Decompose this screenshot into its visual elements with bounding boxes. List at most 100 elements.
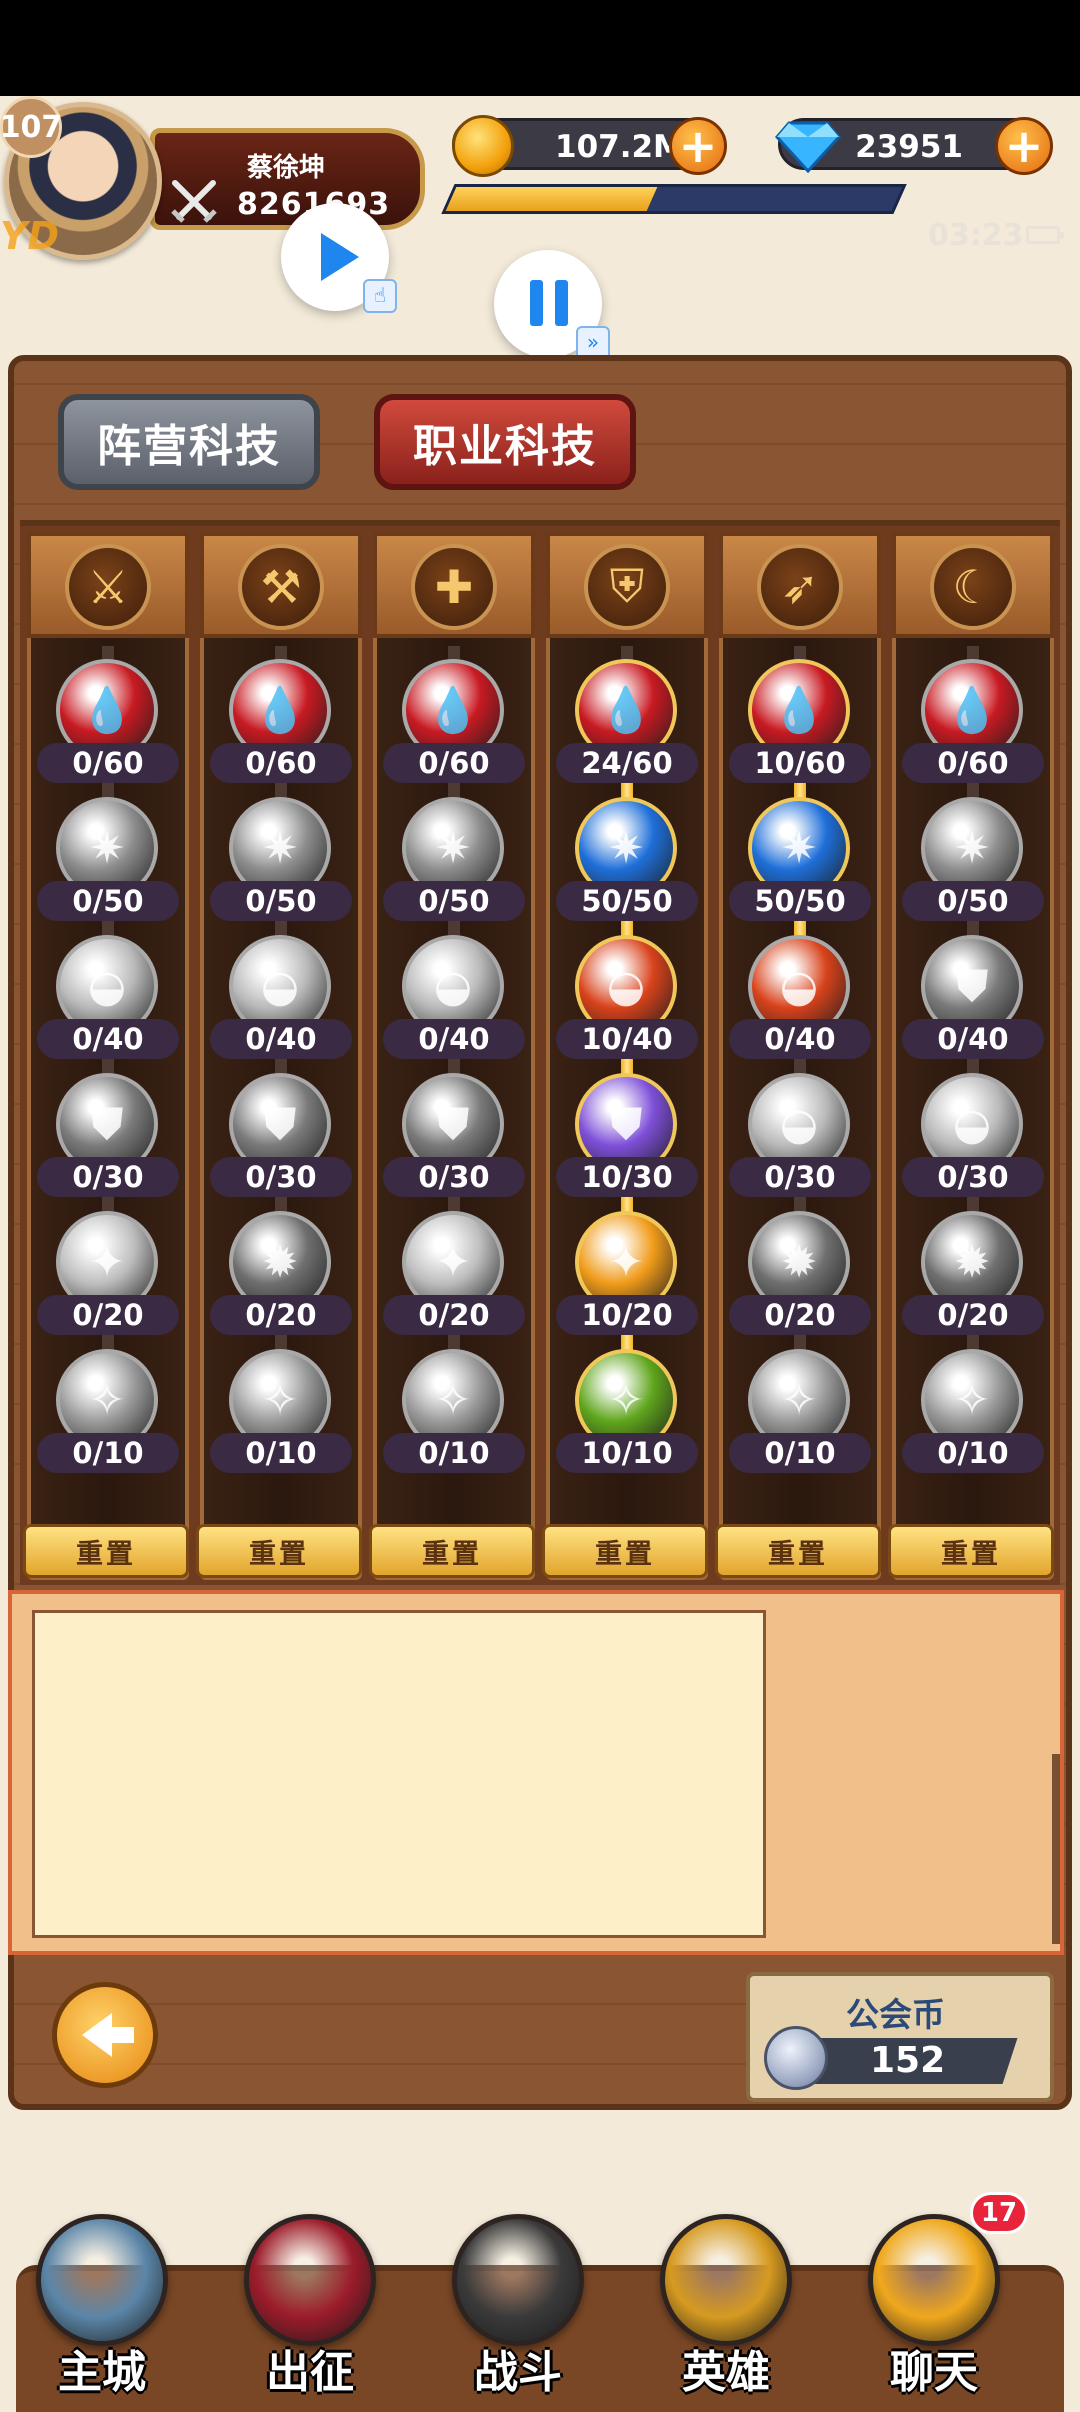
nav-item-4[interactable]: 英雄 — [646, 2186, 806, 2406]
tech-node-level: 0/50 — [383, 881, 525, 921]
tech-node-level: 0/40 — [210, 1019, 352, 1059]
tech-node-level: 0/20 — [729, 1295, 871, 1335]
diamond-icon — [775, 121, 841, 174]
tech-column-1: ⚔ 💧 0/60 ✷ 0/50 ◒ 0/40 ⛊ 0/30 ✦ 0/20 ✧ 0/10 — [27, 532, 189, 1580]
tech-node-level: 0/30 — [383, 1157, 525, 1197]
tab-faction-tech[interactable]: 阵营科技 — [58, 394, 320, 490]
tech-node-level: 0/60 — [37, 743, 179, 783]
gold-counter: 107.2M + — [452, 115, 727, 177]
experience-bar — [441, 184, 907, 214]
shield-sword-icon: ⛨ — [584, 544, 670, 630]
description-panel — [8, 1590, 1064, 1955]
tech-node-level: 0/20 — [383, 1295, 525, 1335]
tech-node-level: 10/40 — [556, 1019, 698, 1059]
experience-fill — [445, 187, 658, 211]
tech-node-level: 0/20 — [210, 1295, 352, 1335]
column-header: ⚔ — [27, 532, 189, 638]
bow-icon: ➶ — [757, 544, 843, 630]
play-button[interactable]: ☝ — [281, 203, 397, 313]
pause-button[interactable]: » — [494, 250, 610, 360]
tech-node-level: 0/40 — [902, 1019, 1044, 1059]
column-header: ⛨ — [546, 532, 708, 638]
play-icon — [321, 233, 359, 281]
tech-node-level: 50/50 — [729, 881, 871, 921]
gem-value: 23951 — [855, 129, 963, 165]
tech-node-level: 0/60 — [383, 743, 525, 783]
scimitar-icon: ☾ — [930, 544, 1016, 630]
tech-node-level: 0/10 — [902, 1433, 1044, 1473]
tech-node-level: 0/20 — [37, 1295, 179, 1335]
clock: 03:23 — [928, 218, 1024, 253]
tap-icon: ☝ — [363, 279, 397, 313]
guild-coin-panel: 公会币 152 — [746, 1972, 1054, 2102]
column-header: ☾ — [892, 532, 1054, 638]
tech-node-level: 0/10 — [37, 1433, 179, 1473]
gold-value: 107.2M — [555, 129, 684, 165]
tech-node-level: 0/40 — [37, 1019, 179, 1059]
pause-icon — [530, 280, 568, 326]
guild-coin-value: 152 — [870, 2040, 946, 2081]
tech-node-level: 0/60 — [902, 743, 1044, 783]
game-screen: 蔡徐坤 8261693 107 YD 107.2M + 23951 + 03:2… — [0, 0, 1080, 2412]
tech-node-level: 10/60 — [729, 743, 871, 783]
reset-button[interactable]: 重置 — [196, 1524, 362, 1578]
tech-node-level: 0/10 — [729, 1433, 871, 1473]
tech-column-3: ✚ 💧 0/60 ✷ 0/50 ◒ 0/40 ⛊ 0/30 ✦ 0/20 ✧ 0/10 — [373, 532, 535, 1580]
status-bar — [0, 0, 1080, 96]
sword-icon: ⚔ — [65, 544, 151, 630]
tab-class-tech[interactable]: 职业科技 — [374, 394, 636, 490]
player-name-plate[interactable]: 蔡徐坤 8261693 — [150, 128, 425, 230]
reset-button[interactable]: 重置 — [369, 1524, 535, 1578]
nav-label: 主城 — [58, 2347, 146, 2398]
scrollbar[interactable] — [1052, 1754, 1060, 1944]
column-header: ➶ — [719, 532, 881, 638]
reset-button[interactable]: 重置 — [542, 1524, 708, 1578]
nav-label: 战斗 — [474, 2347, 562, 2398]
nav-item-5[interactable]: 聊天 17 — [854, 2186, 1028, 2406]
watermark-logo: YD — [0, 214, 60, 258]
tech-node-level: 0/50 — [37, 881, 179, 921]
battery-icon — [1026, 226, 1064, 244]
tech-node-level: 0/50 — [210, 881, 352, 921]
guild-coin-title: 公会币 — [846, 1995, 945, 2034]
tech-node-level: 0/10 — [383, 1433, 525, 1473]
tech-node-level: 50/50 — [556, 881, 698, 921]
tech-column-2: ⚒ 💧 0/60 ✷ 0/50 ◒ 0/40 ⛊ 0/30 ✹ 0/20 ✧ 0/10 — [200, 532, 362, 1580]
back-button[interactable] — [52, 1982, 158, 2088]
tech-node-level: 0/30 — [902, 1157, 1044, 1197]
add-gems-button[interactable]: + — [995, 117, 1053, 175]
crossed-swords-icon — [171, 180, 217, 223]
reset-button[interactable]: 重置 — [23, 1524, 189, 1578]
chat-icon — [868, 2214, 1000, 2346]
tech-node-level: 0/30 — [729, 1157, 871, 1197]
crown-helmet-icon — [660, 2214, 792, 2346]
tower-icon — [36, 2214, 168, 2346]
add-gold-button[interactable]: + — [669, 117, 727, 175]
nav-item-2[interactable]: 出征 — [230, 2186, 390, 2406]
reset-button[interactable]: 重置 — [888, 1524, 1054, 1578]
tech-node-level: 10/30 — [556, 1157, 698, 1197]
nav-label: 英雄 — [682, 2347, 770, 2398]
tech-node-level: 0/30 — [210, 1157, 352, 1197]
tech-node-level: 10/20 — [556, 1295, 698, 1335]
tech-node-level: 0/50 — [902, 881, 1044, 921]
nav-item-1[interactable]: 主城 — [22, 2186, 182, 2406]
nav-label: 聊天 — [890, 2347, 978, 2398]
level-badge: 107 — [0, 96, 62, 158]
back-arrow-icon — [82, 2013, 134, 2057]
nav-item-3[interactable]: 战斗 — [438, 2186, 598, 2406]
column-header: ⚒ — [200, 532, 362, 638]
tech-node-level: 10/10 — [556, 1433, 698, 1473]
cross-icon: ✚ — [411, 544, 497, 630]
reset-button[interactable]: 重置 — [715, 1524, 881, 1578]
tech-node-level: 0/20 — [902, 1295, 1044, 1335]
tech-node-level: 24/60 — [556, 743, 698, 783]
crystal-icon — [244, 2214, 376, 2346]
unread-badge: 17 — [970, 2192, 1028, 2234]
player-name: 蔡徐坤 — [247, 153, 326, 183]
tech-node-level: 0/40 — [729, 1019, 871, 1059]
tech-node-level: 0/60 — [210, 743, 352, 783]
gold-coin-icon — [452, 115, 514, 177]
tech-column-6: ☾ 💧 0/60 ✷ 0/50 ⛊ 0/40 ◒ 0/30 ✹ 0/20 ✧ 0/10 — [892, 532, 1054, 1580]
nav-label: 出征 — [266, 2347, 354, 2398]
